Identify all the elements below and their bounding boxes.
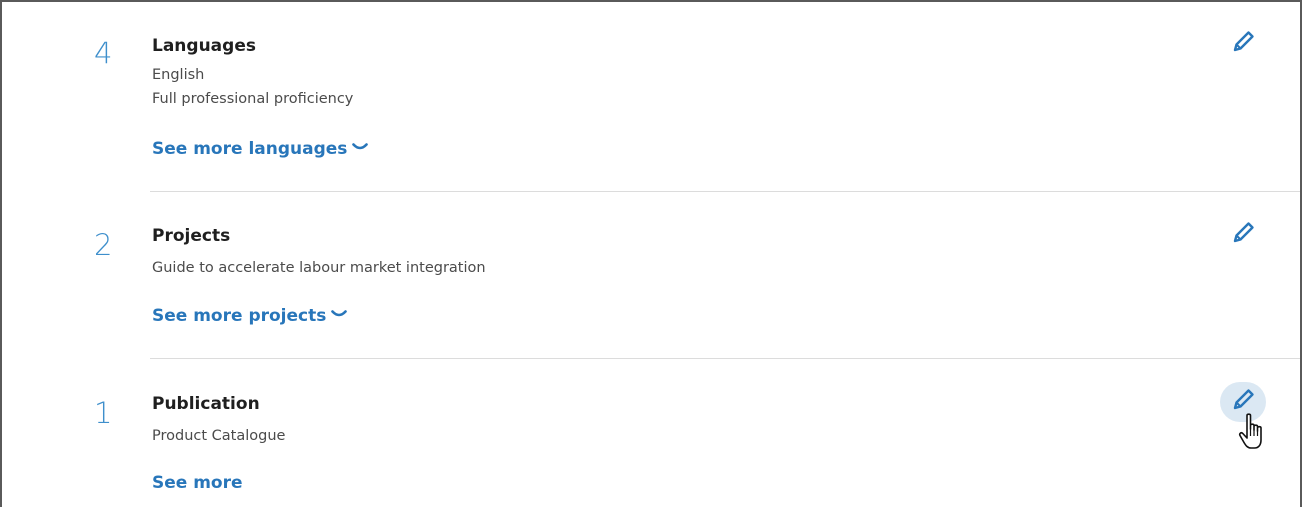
- publication-title: Publication: [152, 394, 260, 414]
- languages-count: 4: [94, 36, 113, 70]
- publication-detail-title: Product Catalogue: [152, 428, 286, 444]
- see-more-projects-label: See more projects: [152, 306, 327, 326]
- projects-count: 2: [94, 228, 113, 262]
- profile-sections-panel: 4 Languages English Full professional pr…: [0, 0, 1302, 507]
- projects-detail-project: Guide to accelerate labour market integr…: [152, 260, 486, 276]
- hand-pointer-icon: [1238, 412, 1272, 454]
- see-more-publications-link[interactable]: See more: [152, 472, 243, 494]
- publication-count: 1: [94, 396, 113, 430]
- chevron-down-icon: [352, 136, 369, 158]
- pencil-icon: [1230, 220, 1256, 250]
- see-more-projects-link[interactable]: See more projects: [152, 303, 348, 327]
- languages-detail-language: English: [152, 67, 205, 83]
- chevron-down-icon: [331, 303, 348, 325]
- section-divider: [150, 191, 1300, 192]
- languages-detail-proficiency: Full professional proficiency: [152, 91, 354, 107]
- languages-title: Languages: [152, 36, 256, 56]
- pencil-icon: [1230, 29, 1256, 59]
- projects-title: Projects: [152, 226, 231, 246]
- edit-languages-button[interactable]: [1220, 24, 1266, 64]
- see-more-languages-label: See more languages: [152, 139, 348, 159]
- see-more-languages-link[interactable]: See more languages: [152, 136, 369, 160]
- edit-projects-button[interactable]: [1220, 215, 1266, 255]
- section-divider: [150, 358, 1300, 359]
